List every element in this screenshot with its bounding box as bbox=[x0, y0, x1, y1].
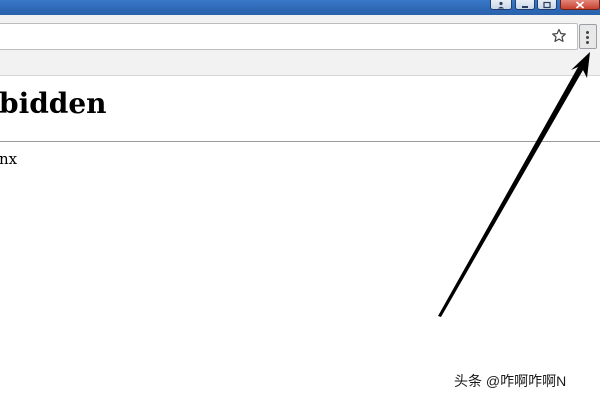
bookmark-bar bbox=[0, 59, 600, 76]
arrow-shape bbox=[438, 52, 590, 317]
address-bar[interactable] bbox=[0, 23, 578, 50]
maximize-icon bbox=[543, 1, 551, 8]
page-title: bidden bbox=[0, 87, 107, 120]
maximize-button[interactable] bbox=[537, 0, 557, 10]
minimize-icon bbox=[522, 5, 528, 8]
server-signature: nx bbox=[0, 150, 18, 168]
window-titlebar bbox=[0, 0, 600, 15]
browser-menu-button[interactable] bbox=[579, 24, 597, 49]
minimize-button[interactable] bbox=[515, 0, 535, 10]
browser-toolbar bbox=[0, 15, 600, 59]
page-divider bbox=[0, 141, 600, 142]
close-icon bbox=[575, 0, 585, 9]
close-button[interactable] bbox=[560, 0, 600, 10]
watermark: 头条 @咋啊咋啊N bbox=[454, 373, 567, 389]
star-icon[interactable] bbox=[551, 28, 567, 44]
user-button[interactable] bbox=[490, 0, 512, 10]
user-icon bbox=[497, 1, 505, 8]
